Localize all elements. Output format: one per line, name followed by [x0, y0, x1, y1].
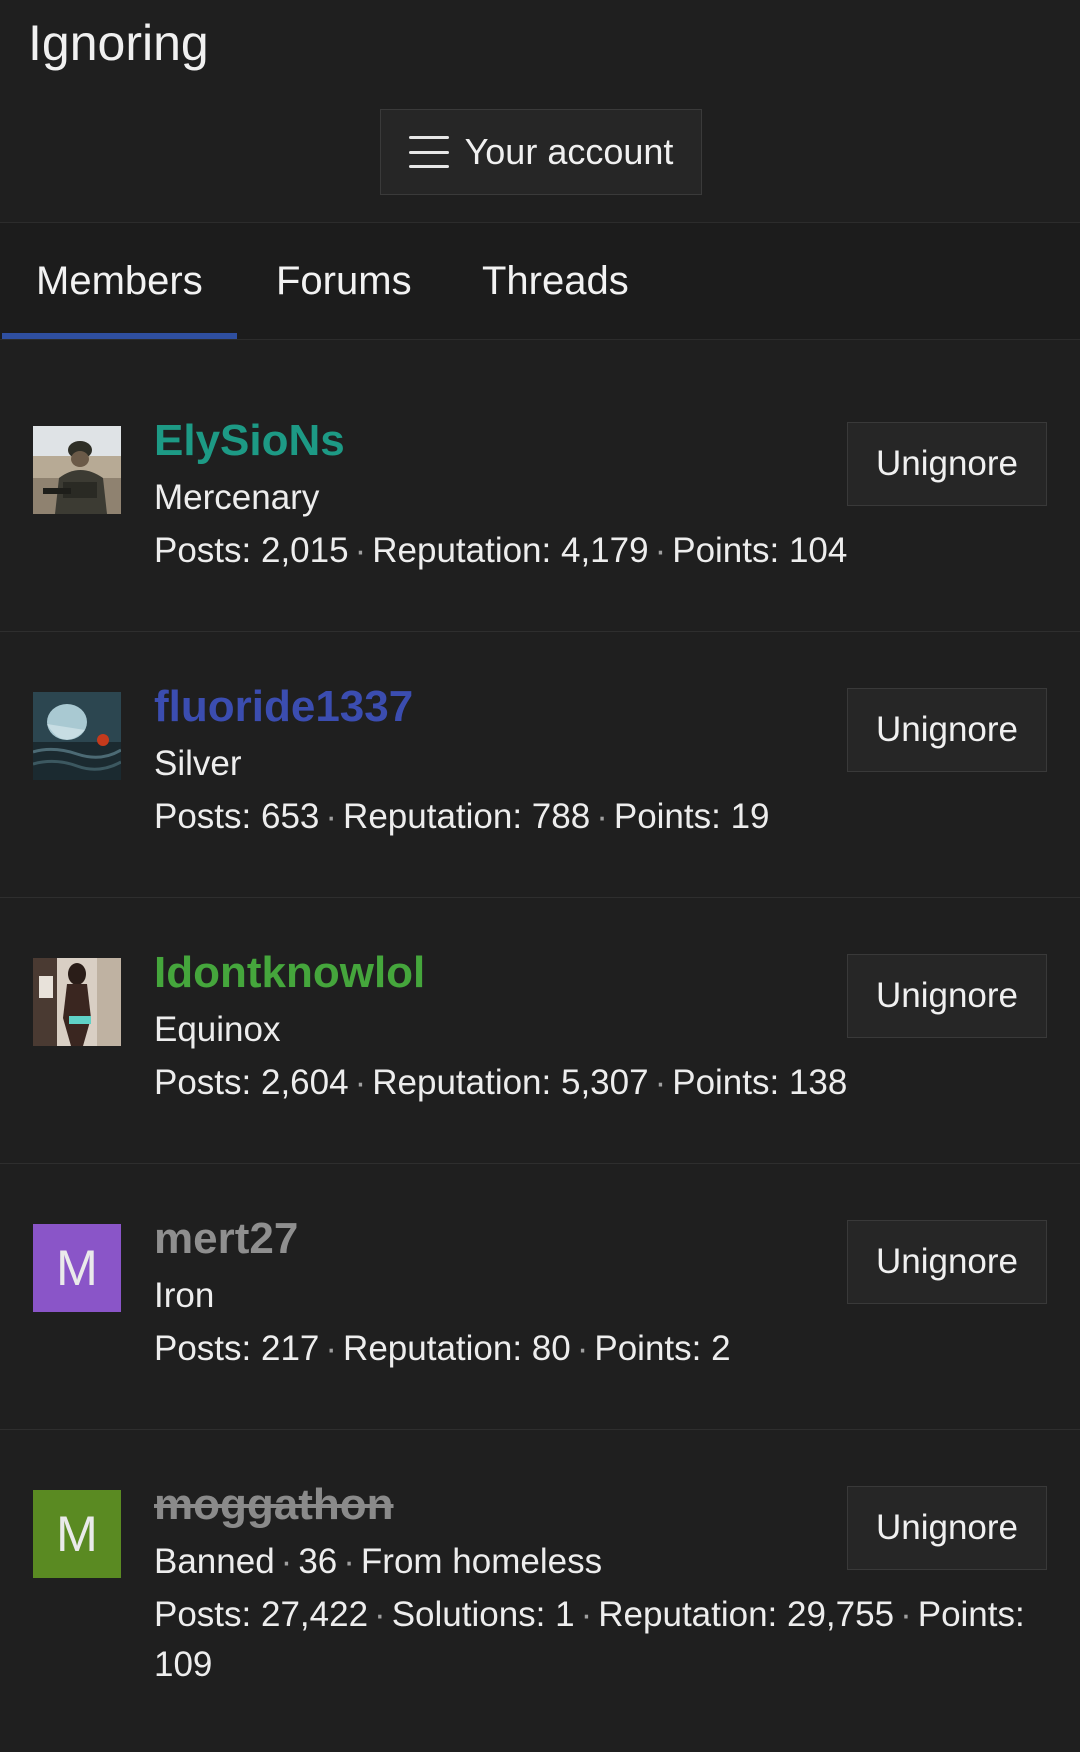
stat-points: Points: 2 — [594, 1329, 731, 1368]
member-title: Silver — [154, 744, 242, 784]
stat-points: Points: 19 — [613, 797, 770, 836]
member-username[interactable]: ElySioNs — [154, 416, 345, 466]
member-stats: Posts: 2,604 · Reputation: 5,307 · Points: 1… — [154, 1063, 848, 1102]
stat-reputation: Reputation: 80 — [343, 1329, 571, 1368]
stat-reputation: Reputation: 4,179 — [372, 531, 649, 570]
avatar-letter: M — [56, 1506, 98, 1562]
member-location: From homeless — [360, 1542, 603, 1581]
unignore-button[interactable]: Unignore — [847, 688, 1047, 772]
water-figure-photo-icon — [33, 692, 121, 780]
member-row: M moggathon Banned · 36 · From homeless Post… — [0, 1430, 1080, 1752]
avatar[interactable] — [33, 426, 121, 514]
member-row: fluoride1337 Silver Posts: 653 · Reputatio… — [0, 632, 1080, 898]
avatar-letter: M — [56, 1240, 98, 1296]
member-username[interactable]: moggathon — [154, 1480, 394, 1530]
member-username[interactable]: Idontknowlol — [154, 948, 425, 998]
stat-posts: Posts: 2,604 — [154, 1063, 349, 1102]
member-title-text: Equinox — [154, 1010, 281, 1049]
avatar[interactable] — [33, 958, 121, 1046]
member-username[interactable]: mert27 — [154, 1214, 298, 1264]
member-row: M mert27 Iron Posts: 217 · Reputation: 80 ·… — [0, 1164, 1080, 1430]
tab-members[interactable]: Members — [2, 223, 237, 339]
unignore-button[interactable]: Unignore — [847, 422, 1047, 506]
member-title: Equinox — [154, 1010, 280, 1050]
your-account-label: Your account — [464, 131, 674, 172]
your-account-button[interactable]: Your account — [380, 109, 702, 195]
member-title-text: Silver — [154, 744, 242, 783]
soldier-photo-icon — [33, 426, 121, 514]
stat-solutions: Solutions: 1 — [391, 1595, 575, 1634]
stat-posts: Posts: 217 — [154, 1329, 320, 1368]
member-stats: Posts: 217 · Reputation: 80 · Points: 2 — [154, 1329, 731, 1368]
tab-forums[interactable]: Forums — [276, 223, 412, 339]
stat-reputation: Reputation: 29,755 — [598, 1595, 895, 1634]
member-row: Idontknowlol Equinox Posts: 2,604 · Reputa… — [0, 898, 1080, 1164]
avatar[interactable] — [33, 692, 121, 780]
unignore-button[interactable]: Unignore — [847, 1220, 1047, 1304]
stat-posts: Posts: 27,422 — [154, 1595, 369, 1634]
member-age: 36 — [298, 1542, 338, 1581]
stat-posts: Posts: 653 — [154, 797, 320, 836]
stat-points: Points: 104 — [672, 531, 848, 570]
banned-label: Banned — [154, 1542, 275, 1581]
member-stats: Posts: 653 · Reputation: 788 · Points: 19 — [154, 797, 770, 836]
avatar[interactable]: M — [33, 1224, 121, 1312]
member-stats: Posts: 2,015 · Reputation: 4,179 · Points: 1… — [154, 531, 848, 570]
unignore-button[interactable]: Unignore — [847, 1486, 1047, 1570]
member-title: Banned · 36 · From homeless — [154, 1542, 603, 1581]
member-title: Iron — [154, 1276, 214, 1316]
page-title: Ignoring — [28, 15, 209, 71]
stat-reputation: Reputation: 5,307 — [372, 1063, 649, 1102]
member-title-text: Iron — [154, 1276, 215, 1315]
avatar[interactable]: M — [33, 1490, 121, 1578]
tab-threads[interactable]: Threads — [482, 223, 629, 339]
member-row: ElySioNs Mercenary Posts: 2,015 · Reputati… — [0, 366, 1080, 632]
stat-points: Points: 138 — [672, 1063, 848, 1102]
member-stats: Posts: 27,422 · Solutions: 1 · Reputation: 2… — [154, 1595, 1025, 1684]
member-title-text: Mercenary — [154, 478, 320, 517]
stat-reputation: Reputation: 788 — [343, 797, 591, 836]
person-photo-icon — [33, 958, 121, 1046]
member-username[interactable]: fluoride1337 — [154, 682, 413, 732]
tab-bar: Members Forums Threads — [0, 222, 1080, 340]
member-title: Mercenary — [154, 478, 319, 518]
menu-icon — [408, 136, 449, 168]
unignore-button[interactable]: Unignore — [847, 954, 1047, 1038]
stat-posts: Posts: 2,015 — [154, 531, 349, 570]
